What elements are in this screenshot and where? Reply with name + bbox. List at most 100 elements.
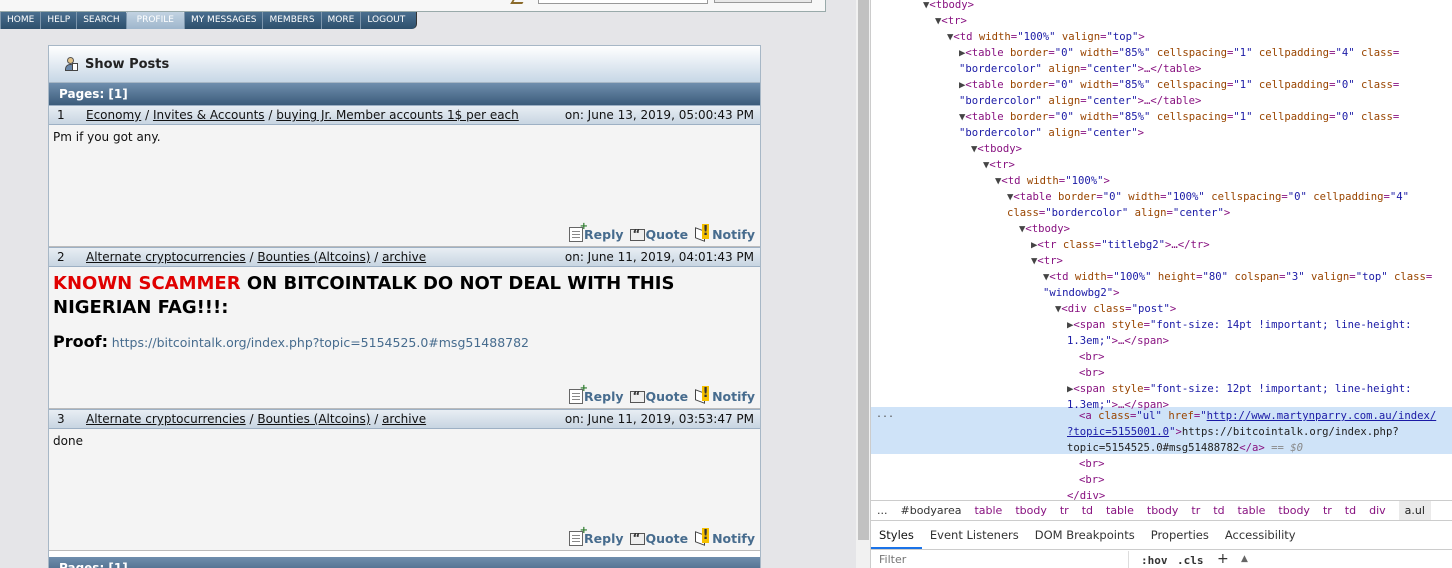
dom-node[interactable]: <br> bbox=[1079, 457, 1105, 473]
dom-node[interactable]: ▶<table border="0" width="85%" cellspaci… bbox=[959, 78, 1399, 94]
board-link[interactable]: Invites & Accounts bbox=[153, 108, 265, 122]
dom-crumb[interactable]: table bbox=[974, 501, 1002, 520]
console-ref: == $0 bbox=[1271, 442, 1303, 454]
dom-node[interactable]: ▼<td width="100%"> bbox=[995, 174, 1110, 190]
scam-warning-red: KNOWN SCAMMER bbox=[53, 273, 241, 294]
post-date: on: June 13, 2019, 05:00:43 PM bbox=[564, 108, 754, 122]
proof-link[interactable]: https://bitcointalk.org/index.php?topic=… bbox=[112, 335, 529, 350]
menu-search[interactable]: SEARCH bbox=[76, 12, 126, 29]
selected-dom-node-cont: ?topic=5155001.0">https://bitcointalk.or… bbox=[1067, 426, 1399, 438]
dom-node[interactable]: ▼<td width="100%" height="80" colspan="3… bbox=[1043, 270, 1432, 286]
devtools-subtabs: Styles Event Listeners DOM Breakpoints P… bbox=[871, 522, 1452, 550]
reply-label: Reply bbox=[584, 531, 624, 546]
dom-node[interactable]: ▼<tr> bbox=[983, 158, 1015, 174]
bottom-pages-indicator[interactable]: Pages: [1] bbox=[49, 557, 760, 568]
notify-button[interactable]: Notify bbox=[694, 528, 755, 546]
dom-node[interactable]: ▼<tr> bbox=[1031, 254, 1063, 270]
dom-crumb[interactable]: ... bbox=[877, 501, 888, 520]
page-scrollbar-thumb[interactable] bbox=[858, 0, 869, 540]
tab-event-listeners[interactable]: Event Listeners bbox=[922, 522, 1027, 549]
tab-styles[interactable]: Styles bbox=[871, 522, 922, 549]
menu-home[interactable]: HOME bbox=[0, 12, 41, 29]
dom-crumb[interactable]: td bbox=[1345, 501, 1356, 520]
dom-node[interactable]: ▼<td width="100%" valign="top"> bbox=[947, 30, 1145, 46]
search-button[interactable] bbox=[714, 0, 812, 3]
tab-properties[interactable]: Properties bbox=[1143, 522, 1217, 549]
dom-crumb[interactable]: tbody bbox=[1015, 501, 1047, 520]
dom-crumb[interactable]: tbody bbox=[1147, 501, 1179, 520]
hov-toggle[interactable]: :hov bbox=[1141, 551, 1168, 568]
dom-node[interactable]: ▼<table border="0" width="100%" cellspac… bbox=[1007, 190, 1409, 206]
styles-filter-input[interactable] bbox=[871, 551, 1129, 568]
dom-crumb[interactable]: td bbox=[1213, 501, 1224, 520]
dom-node[interactable]: ▼<tbody> bbox=[971, 142, 1022, 158]
dom-crumb[interactable]: table bbox=[1238, 501, 1266, 520]
dom-crumb[interactable]: table bbox=[1106, 501, 1134, 520]
menu-more[interactable]: MORE bbox=[320, 12, 361, 29]
post-breadcrumb: Alternate cryptocurrencies / Bounties (A… bbox=[86, 412, 427, 426]
menu-help[interactable]: HELP bbox=[40, 12, 77, 29]
scroll-up-icon[interactable]: ▲ bbox=[1241, 549, 1248, 568]
notify-label: Notify bbox=[712, 531, 755, 546]
board-link[interactable]: Alternate cryptocurrencies bbox=[86, 412, 246, 426]
notify-label: Notify bbox=[712, 227, 755, 242]
topic-link[interactable]: buying Jr. Member accounts 1$ per each bbox=[276, 108, 519, 122]
menu-logout[interactable]: LOGOUT bbox=[360, 12, 412, 29]
notify-icon bbox=[694, 386, 711, 404]
dom-node[interactable]: ▶<span style="font-size: 12pt !important… bbox=[1067, 382, 1411, 398]
notify-button[interactable]: Notify bbox=[694, 224, 755, 242]
dom-crumb-selected[interactable]: a.ul bbox=[1398, 501, 1431, 520]
dom-crumb[interactable]: div bbox=[1369, 501, 1386, 520]
dom-tree: ▼<tbody> ▼<tr> ▼<td width="100%" valign=… bbox=[871, 0, 1452, 502]
dom-node[interactable]: ▼<div class="post"> bbox=[1055, 302, 1176, 318]
notify-button[interactable]: Notify bbox=[694, 386, 755, 404]
dom-node[interactable]: <br> bbox=[1079, 473, 1105, 489]
dom-node[interactable]: ▶<tr class="titlebg2">…</tr> bbox=[1031, 238, 1210, 254]
new-style-rule-button[interactable]: + bbox=[1217, 549, 1229, 568]
reply-button[interactable]: Reply bbox=[569, 383, 624, 404]
dom-crumb[interactable]: tr bbox=[1060, 501, 1069, 520]
dom-crumb[interactable]: #bodyarea bbox=[901, 501, 962, 520]
dom-node[interactable]: ▼<tbody> bbox=[1019, 222, 1070, 238]
tab-accessibility[interactable]: Accessibility bbox=[1217, 522, 1304, 549]
post-item: 3 Alternate cryptocurrencies / Bounties … bbox=[49, 409, 760, 551]
board-link[interactable]: Bounties (Altcoins) bbox=[257, 250, 370, 264]
dom-node[interactable]: ▶<span style="font-size: 14pt !important… bbox=[1067, 318, 1411, 334]
menu-my-messages[interactable]: MY MESSAGES bbox=[183, 12, 263, 29]
quote-button[interactable]: Quote bbox=[629, 227, 688, 242]
menu-members[interactable]: MEMBERS bbox=[262, 12, 321, 29]
proof-line: Proof: https://bitcointalk.org/index.php… bbox=[53, 332, 756, 351]
dom-node[interactable]: ▼<tr> bbox=[935, 14, 967, 30]
cls-toggle[interactable]: .cls bbox=[1177, 551, 1204, 568]
quote-button[interactable]: Quote bbox=[629, 389, 688, 404]
dom-node[interactable]: <br> bbox=[1079, 366, 1105, 382]
dom-node[interactable]: ▼<tbody> bbox=[923, 0, 974, 14]
dom-crumb[interactable]: tr bbox=[1191, 501, 1200, 520]
board-link[interactable]: Economy bbox=[86, 108, 141, 122]
styles-filter-bar: :hov .cls + ▲ bbox=[871, 551, 1452, 568]
board-link[interactable]: Bounties (Altcoins) bbox=[257, 412, 370, 426]
quote-button[interactable]: Quote bbox=[629, 531, 688, 546]
menu-profile[interactable]: PROFILE bbox=[125, 12, 184, 29]
dom-crumb[interactable]: tbody bbox=[1278, 501, 1310, 520]
dom-crumb[interactable]: td bbox=[1082, 501, 1093, 520]
dom-crumb[interactable]: tr bbox=[1323, 501, 1332, 520]
selected-dom-node[interactable]: <a class="ul" href="http://www.martynpar… bbox=[1079, 409, 1436, 425]
pages-indicator[interactable]: Pages: [1] bbox=[49, 83, 760, 105]
tab-dom-breakpoints[interactable]: DOM Breakpoints bbox=[1027, 522, 1143, 549]
post-actions: Reply Quote Notify bbox=[569, 383, 755, 404]
reply-icon bbox=[569, 221, 588, 242]
notify-label: Notify bbox=[712, 389, 755, 404]
topic-link[interactable]: archive bbox=[382, 412, 426, 426]
dom-node[interactable]: ▶<table border="0" width="85%" cellspaci… bbox=[959, 46, 1399, 62]
topic-link[interactable]: archive bbox=[382, 250, 426, 264]
dom-node[interactable]: <br> bbox=[1079, 350, 1105, 366]
reply-button[interactable]: Reply bbox=[569, 221, 624, 242]
dom-node[interactable]: ▼<table border="0" width="85%" cellspaci… bbox=[959, 110, 1399, 126]
reply-button[interactable]: Reply bbox=[569, 525, 624, 546]
user-posts-icon bbox=[63, 56, 79, 72]
post-body: done Reply Quote Notify bbox=[49, 429, 760, 551]
board-link[interactable]: Alternate cryptocurrencies bbox=[86, 250, 246, 264]
search-input[interactable] bbox=[538, 0, 708, 4]
dom-node-cont: 1.3em;">…</span> bbox=[1067, 335, 1170, 347]
